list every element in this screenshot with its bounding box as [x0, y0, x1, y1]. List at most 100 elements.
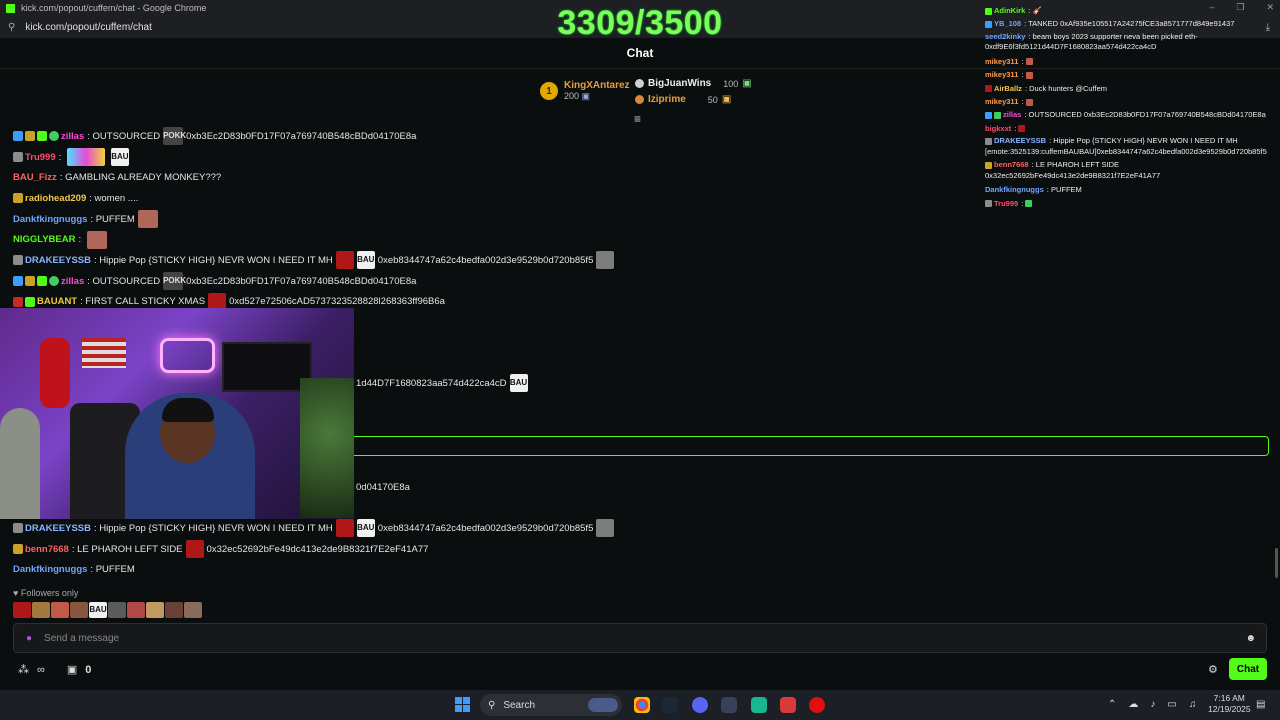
pinned-icon[interactable]: ⁂	[18, 663, 29, 676]
chat-fragment: 0d04170E8a	[356, 482, 410, 493]
emote-button[interactable]	[146, 602, 164, 618]
overlay-username: mikey311	[985, 56, 1019, 66]
chat-username[interactable]: NIGGLYBEAR	[13, 234, 75, 245]
overlay-username: AdinKirk	[994, 6, 1026, 15]
emote	[596, 251, 615, 270]
badge-icon	[985, 85, 992, 93]
gift-leaderboard: 1 KingXAntarez 200 ▣ BigJuanWins 100 ▣ I…	[540, 76, 760, 108]
heart-icon: ♥	[13, 588, 19, 598]
taskbar-clock[interactable]: 7:16 AM 12/19/2025	[1208, 693, 1251, 715]
app-icon[interactable]	[809, 697, 825, 713]
santa-decor	[40, 338, 70, 408]
chat-text: women ....	[94, 192, 139, 204]
emote-button[interactable]	[70, 602, 88, 618]
app-icon[interactable]	[780, 697, 796, 713]
emote-button[interactable]	[127, 602, 145, 618]
overlay-chat-line: seed2kinky: beam boys 2023 supporter nev…	[985, 31, 1198, 52]
silver-medal-icon	[635, 79, 644, 88]
emote-button[interactable]	[184, 602, 202, 618]
emote: BAU	[509, 374, 528, 392]
emote	[1018, 125, 1026, 133]
emote-button[interactable]	[51, 602, 69, 618]
message-placeholder[interactable]: Send a message	[44, 633, 119, 644]
windows-start-icon[interactable]	[455, 697, 470, 712]
volume-icon[interactable]: ♫	[1189, 699, 1197, 710]
chat-username[interactable]: Tru999	[25, 152, 56, 163]
overlay-chat-line: zillas: OUTSOURCED 0xb3Ec2D83b0FD17F07a7…	[985, 108, 1277, 121]
emoji-icon[interactable]: ☻	[1245, 633, 1256, 644]
chat-username[interactable]: DRAKEEYSSB	[25, 523, 91, 534]
taskbar-search[interactable]: ⚲ Search	[480, 694, 622, 716]
emote	[335, 251, 354, 270]
chrome-app-icon[interactable]	[634, 697, 650, 713]
chat-text: PUFFEM	[95, 213, 135, 225]
microphone-icon[interactable]: ♪	[1150, 699, 1155, 710]
chat-username[interactable]: Dankfkingnuggs	[13, 214, 87, 225]
chat-username[interactable]: BAU_Fizz	[13, 172, 57, 183]
christmas-tree	[300, 378, 354, 518]
chat-username[interactable]: zillas	[61, 131, 84, 142]
badge-icon	[985, 7, 992, 15]
gift-icon[interactable]: ▣	[67, 663, 77, 676]
leader-name: Iziprime	[648, 94, 686, 105]
chat-username[interactable]: radiohead209	[25, 193, 86, 204]
discord-app-icon[interactable]	[692, 697, 708, 713]
leaderboard-first[interactable]: 1 KingXAntarez 200 ▣	[540, 80, 630, 102]
chat-message: zillas: OUTSOURCED POKK 0xb3Ec2D83b0FD17…	[13, 271, 773, 292]
chevron-up-icon[interactable]: ⌃	[1108, 699, 1116, 710]
collapse-chevron-icon[interactable]: ≡	[634, 112, 641, 126]
steam-app-icon[interactable]	[662, 697, 678, 713]
overlay-username: benn7668	[994, 160, 1029, 170]
streamer-beanie	[162, 398, 214, 422]
app-icon[interactable]	[751, 697, 767, 713]
app-icon[interactable]	[721, 697, 737, 713]
notification-icon[interactable]: ▤	[1256, 699, 1265, 710]
second-person	[0, 408, 40, 519]
search-label: Search	[503, 699, 536, 711]
gift-icon: ▣	[581, 91, 591, 101]
chat-username[interactable]: benn7668	[25, 544, 69, 555]
badge-icon	[13, 296, 23, 307]
emote: POKK	[163, 272, 186, 291]
emote-button[interactable]	[32, 602, 50, 618]
settings-gear-icon[interactable]: ⚙	[1208, 663, 1218, 676]
chat-scrollbar[interactable]	[1275, 548, 1278, 578]
badge-icon	[13, 152, 23, 163]
emote	[137, 210, 158, 229]
link-icon[interactable]: ∞	[37, 664, 45, 676]
chat-text: Hippie Pop {STICKY HIGH} NEVR WON I NEED…	[99, 254, 333, 266]
leaderboard-second[interactable]: BigJuanWins 100 ▣	[635, 78, 752, 89]
overlay-username: YB_108	[994, 19, 1022, 29]
overlay-chat-line: DRAKEEYSSB: Hippie Pop {STICKY HIGH} NEV…	[985, 136, 1267, 156]
followers-only-label: Followers only	[20, 588, 79, 598]
badge-icon	[13, 193, 23, 204]
windows-taskbar: ⚲ Search ⌃ ☁ ♪ ▭ ♫ 7:16 AM 12/19/2025 ▤	[0, 690, 1280, 720]
badge-icon	[985, 137, 992, 145]
chat-username[interactable]: zillas	[61, 276, 84, 287]
emote-button-bau[interactable]: BAU	[89, 602, 107, 618]
chat-username[interactable]: Dankfkingnuggs	[13, 564, 87, 575]
emote-button[interactable]	[108, 602, 126, 618]
guitar-emote-icon: 🎸	[1032, 6, 1042, 15]
chat-message: Dankfkingnuggs: PUFFEM	[13, 564, 135, 576]
message-input[interactable]: ● Send a message ☻	[13, 623, 1267, 653]
verified-badge-icon	[49, 276, 59, 287]
overlay-chat: AdinKirk: 🎸 YB_108: TANKED 0xAf935e10551…	[985, 4, 1277, 210]
emote-button[interactable]	[13, 602, 31, 618]
cloud-icon[interactable]: ☁	[1128, 699, 1138, 710]
badge-icon	[985, 161, 992, 169]
chat-text: FIRST CALL STICKY XMAS	[85, 296, 206, 308]
leaderboard-third[interactable]: Iziprime 50 ▣	[635, 94, 731, 105]
send-chat-button[interactable]: Chat	[1229, 658, 1267, 680]
verified-badge-icon	[49, 131, 59, 142]
badge-icon	[13, 544, 23, 555]
chat-text-extra: 0xb3Ec2D83b0FD17F07a769740B548cBDd04170E…	[186, 275, 417, 287]
microphone-icon[interactable]: ●	[26, 633, 32, 644]
chat-username[interactable]: DRAKEEYSSB	[25, 255, 91, 266]
emote	[1025, 98, 1033, 106]
overlay-text: OUTSOURCED 0xb3Ec2D83b0FD17F07a769740B54…	[1028, 110, 1266, 120]
network-icon[interactable]: ▭	[1167, 699, 1176, 710]
emote-button[interactable]	[165, 602, 183, 618]
chat-username[interactable]: BAUANT	[37, 296, 77, 307]
overlay-username: AirBallz	[994, 83, 1022, 93]
